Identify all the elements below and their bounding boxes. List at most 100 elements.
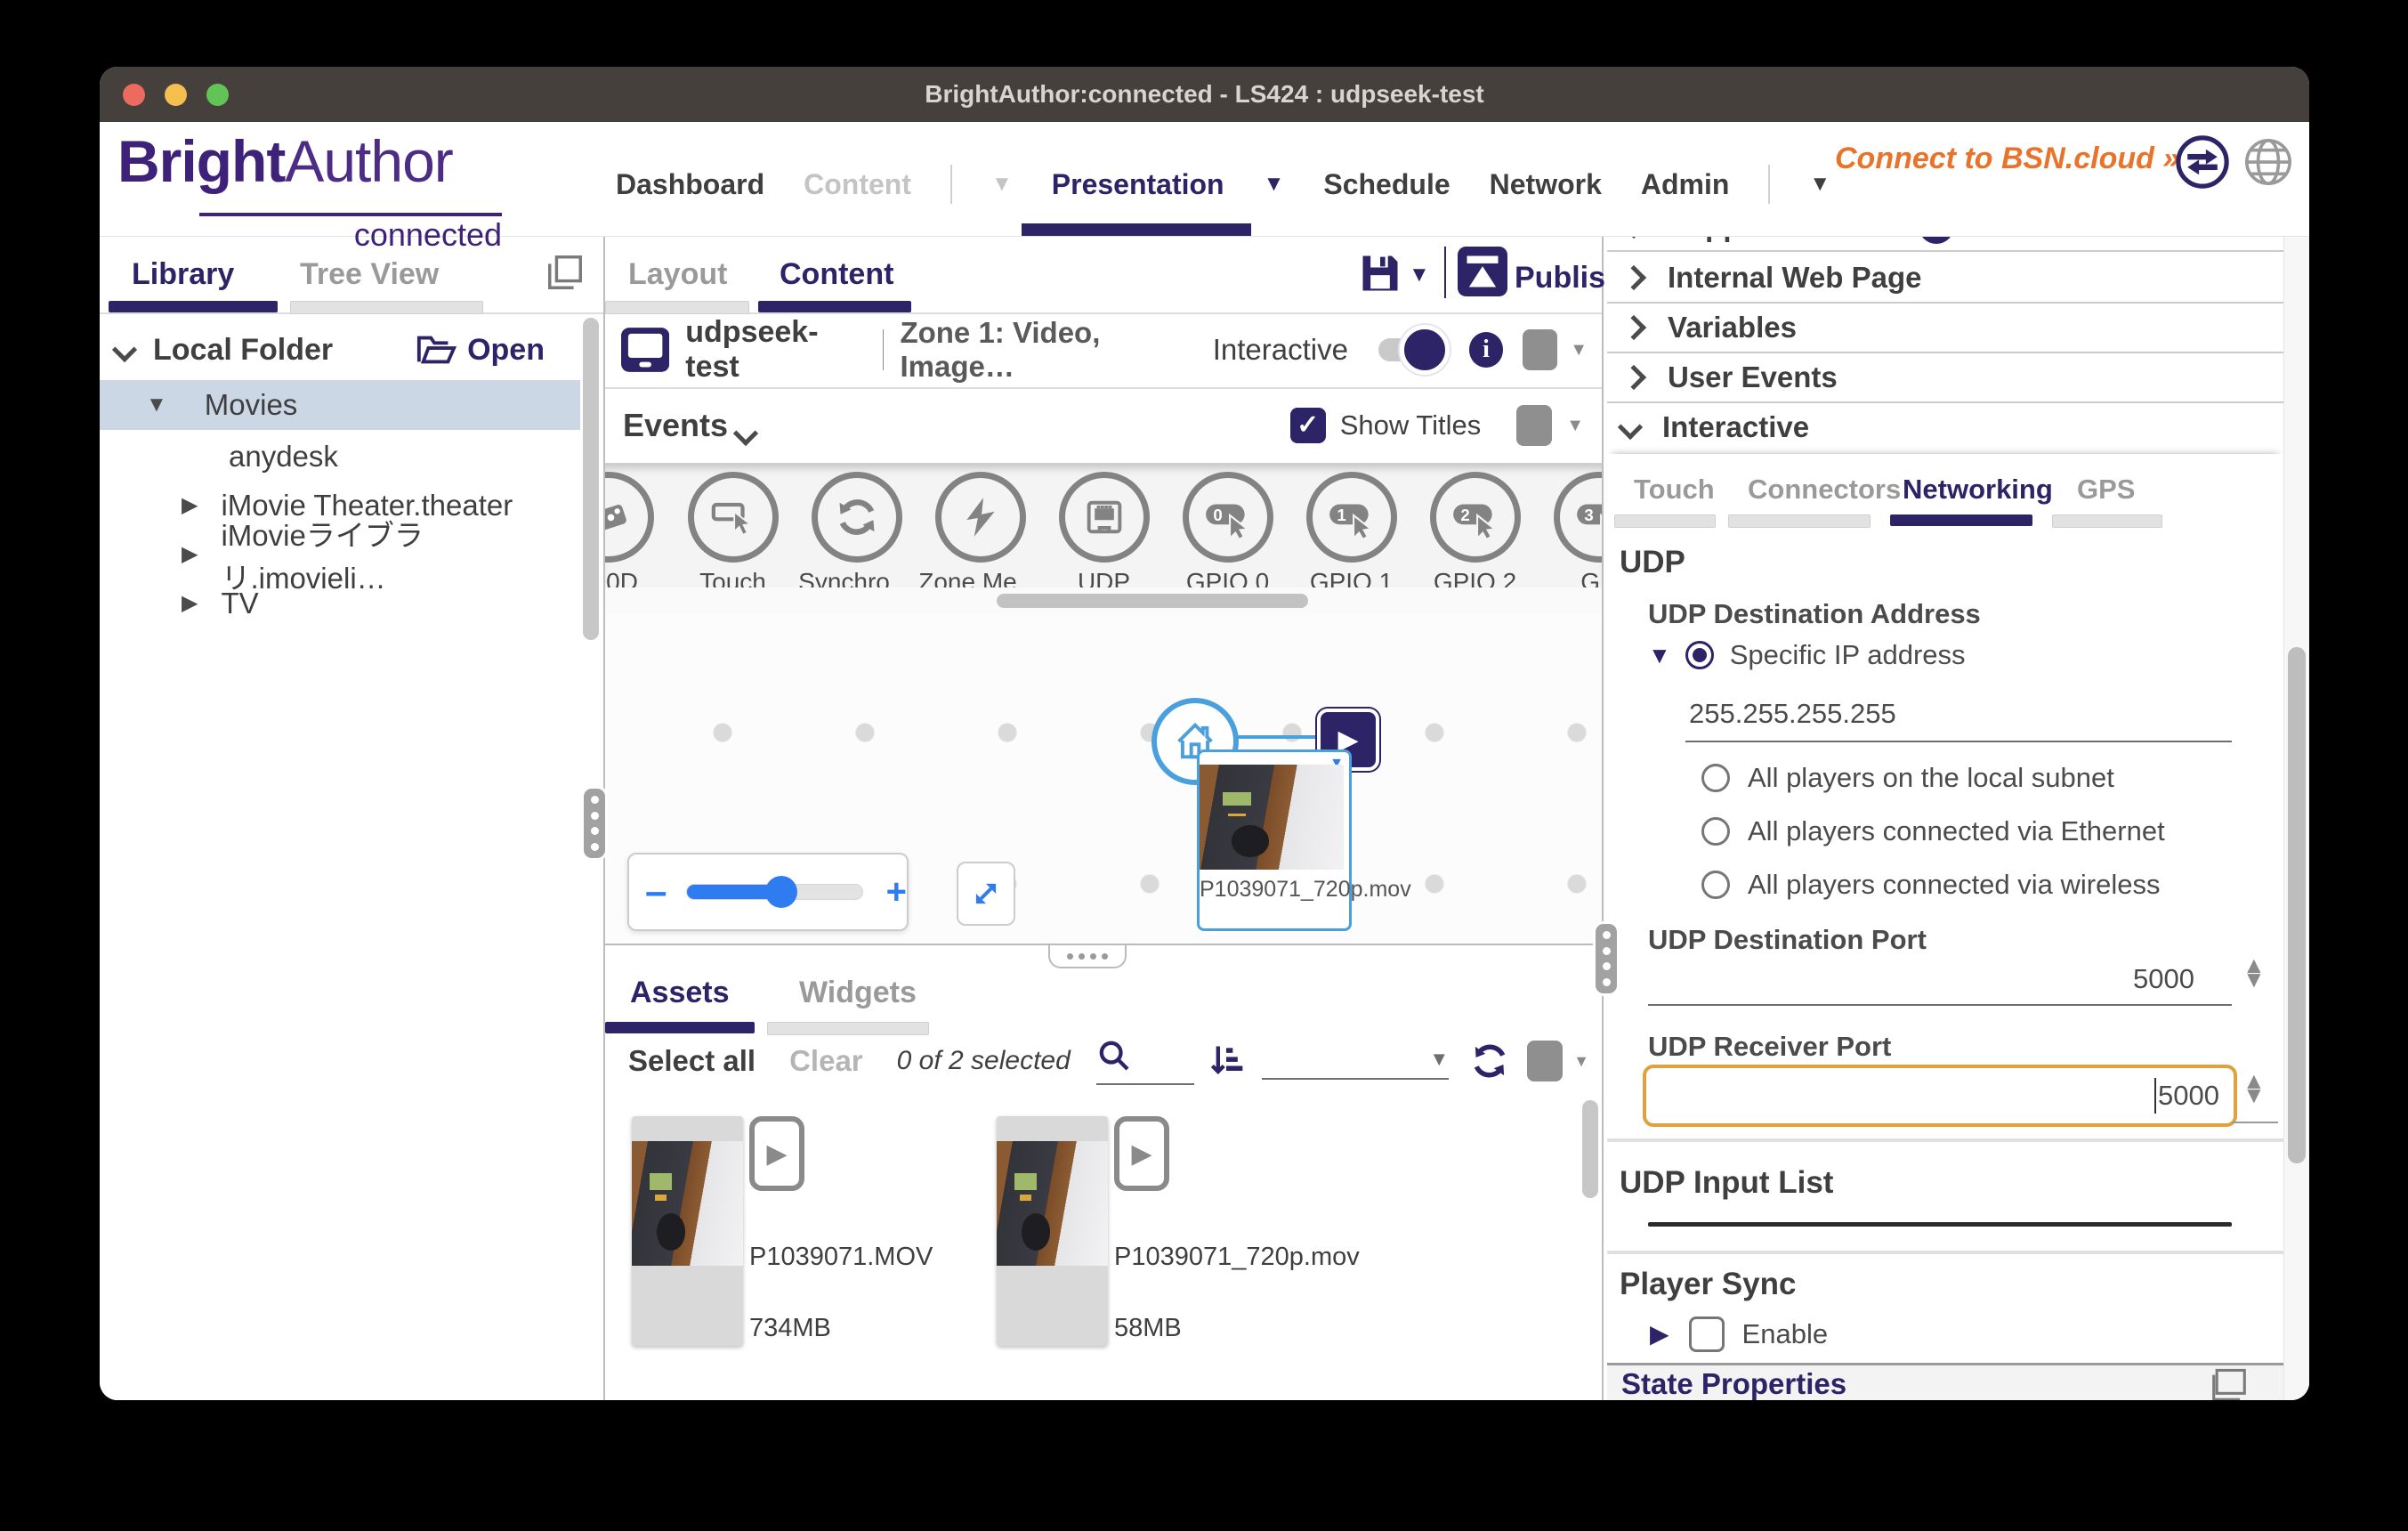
- swatch-dropdown-icon[interactable]: ▼: [1570, 341, 1588, 359]
- ethernet-option[interactable]: All players connected via Ethernet: [1701, 815, 2165, 847]
- event-icon-gpio1[interactable]: 1 GPIO 1: [1289, 472, 1413, 589]
- tab-connectors[interactable]: Connectors: [1748, 474, 1901, 506]
- clear-button[interactable]: Clear: [789, 1044, 863, 1078]
- nav-network[interactable]: Network: [1490, 168, 1602, 201]
- tab-networking[interactable]: Networking: [1903, 474, 2053, 506]
- sidebar-resize-grip[interactable]: [581, 786, 608, 861]
- zoom-slider-thumb[interactable]: [765, 876, 797, 908]
- tab-touch[interactable]: Touch: [1634, 474, 1715, 506]
- nav-presentation-dropdown-icon[interactable]: ▼: [1264, 174, 1285, 195]
- ip-address-input[interactable]: 255.255.255.255: [1689, 698, 1896, 730]
- state-properties-bar[interactable]: State Properties: [1607, 1363, 2283, 1400]
- refresh-icon[interactable]: [1470, 1041, 1509, 1081]
- tab-layout[interactable]: Layout: [628, 257, 727, 292]
- sidebar-scrollbar[interactable]: [583, 318, 599, 640]
- udp-destination-port-input[interactable]: 5000: [2105, 963, 2194, 995]
- sort-icon[interactable]: [1207, 1041, 1246, 1081]
- nav-schedule[interactable]: Schedule: [1323, 168, 1450, 201]
- asset-search-input[interactable]: [1096, 1038, 1194, 1085]
- section-internal-web-page[interactable]: Internal Web Page: [1607, 254, 2283, 304]
- player-sync-expand-icon[interactable]: ▶: [1650, 1322, 1669, 1347]
- save-dropdown-icon[interactable]: ▼: [1409, 264, 1430, 286]
- save-icon[interactable]: [1357, 250, 1403, 296]
- zoom-slider-track[interactable]: [686, 884, 862, 900]
- events-chevron-icon[interactable]: [733, 420, 758, 445]
- folder-open-icon[interactable]: [416, 332, 457, 368]
- event-icon-udp[interactable]: UDP: [1042, 472, 1166, 589]
- tab-tree-view[interactable]: Tree View: [300, 257, 439, 292]
- expand-panel-icon[interactable]: [2210, 1367, 2248, 1400]
- presentation-canvas[interactable]: ▶ ▼ P1039071_720p.mov – +: [605, 614, 1602, 944]
- nav-admin-dropdown-icon[interactable]: ▼: [1809, 174, 1830, 195]
- events-header: Events ✓ Show Titles ▼: [605, 387, 1602, 463]
- open-button[interactable]: Open: [467, 333, 545, 368]
- tab-library[interactable]: Library: [132, 257, 234, 292]
- nav-presentation[interactable]: Presentation: [1052, 168, 1224, 201]
- event-icon-bp200d[interactable]: 200D: [605, 472, 670, 589]
- events-swatch-dropdown-icon[interactable]: ▼: [1566, 417, 1584, 434]
- tree-item-imovie-library[interactable]: ▶ iMovieライブラリ.imovieli…: [100, 530, 580, 579]
- asset-tile[interactable]: ▶ P1039071.MOV 734MB: [632, 1116, 970, 1348]
- section-user-events[interactable]: User Events: [1607, 353, 2283, 403]
- info-icon[interactable]: i: [1469, 332, 1504, 368]
- publish-icon[interactable]: [1458, 247, 1507, 296]
- collapse-panel-icon[interactable]: [545, 252, 586, 293]
- tab-content[interactable]: Content: [780, 257, 893, 292]
- events-color-swatch[interactable]: [1516, 405, 1552, 446]
- tab-gps[interactable]: GPS: [2077, 474, 2135, 506]
- canvas-expand-button[interactable]: [957, 862, 1015, 926]
- color-swatch[interactable]: [1523, 329, 1557, 370]
- event-icon-touch[interactable]: Touch: [671, 472, 795, 589]
- zoom-out-button[interactable]: –: [645, 882, 667, 902]
- interactive-toggle[interactable]: [1378, 338, 1442, 361]
- connect-to-bsn-link[interactable]: Connect to BSN.cloud »: [1835, 142, 2179, 176]
- show-titles-checkbox[interactable]: ✓: [1290, 408, 1326, 443]
- event-icon-gpio2[interactable]: 2 GPIO 2: [1413, 472, 1537, 589]
- specific-ip-option[interactable]: ▼ Specific IP address: [1648, 639, 1966, 671]
- address-expand-icon[interactable]: ▼: [1648, 644, 1671, 667]
- tree-item-anydesk[interactable]: anydesk: [100, 432, 580, 482]
- destination-port-stepper[interactable]: ▲▼: [2242, 958, 2266, 986]
- transfer-icon[interactable]: [2175, 134, 2230, 190]
- event-icon-zone-message[interactable]: Zone Me…: [918, 472, 1042, 589]
- zoom-in-button[interactable]: +: [886, 872, 907, 912]
- asset-tile[interactable]: ▶ P1039071_720p.mov 58MB: [997, 1116, 1370, 1348]
- panel-scrollbar[interactable]: [2288, 647, 2306, 1163]
- globe-icon[interactable]: [2242, 136, 2294, 188]
- wireless-option[interactable]: All players connected via wireless: [1701, 869, 2161, 901]
- chevron-down-icon[interactable]: [112, 337, 137, 362]
- tab-widgets[interactable]: Widgets: [799, 976, 917, 1010]
- section-interactive[interactable]: Interactive: [1607, 403, 2283, 451]
- udp-input-list-field[interactable]: [1648, 1222, 2232, 1227]
- canvas-media-item[interactable]: ▼ P1039071_720p.mov: [1197, 749, 1352, 931]
- enable-checkbox[interactable]: [1689, 1316, 1725, 1352]
- assets-color-swatch[interactable]: [1527, 1041, 1563, 1081]
- receiver-port-stepper[interactable]: ▲▼: [2242, 1073, 2266, 1102]
- maximize-window-button[interactable]: [206, 84, 229, 106]
- udp-receiver-port-input[interactable]: 5000: [1643, 1065, 2237, 1127]
- events-horizontal-scrollbar[interactable]: [997, 594, 1308, 608]
- assets-swatch-dropdown-icon[interactable]: ▼: [1573, 1053, 1589, 1069]
- subnet-option[interactable]: All players on the local subnet: [1701, 762, 2114, 794]
- tree-item-movies[interactable]: ▼ Movies: [100, 380, 580, 430]
- event-icon-gpio0[interactable]: 0 GPIO 0: [1166, 472, 1289, 589]
- event-icon-gpio3[interactable]: 3 GP: [1537, 472, 1602, 589]
- nav-admin[interactable]: Admin: [1641, 168, 1730, 201]
- minimize-window-button[interactable]: [165, 84, 187, 106]
- close-window-button[interactable]: [123, 84, 145, 106]
- nav-dashboard[interactable]: Dashboard: [616, 168, 764, 201]
- tree-item-tv[interactable]: ▶ TV: [100, 579, 580, 628]
- section-variables[interactable]: Variables: [1607, 304, 2283, 353]
- assets-scrollbar[interactable]: [1582, 1100, 1598, 1198]
- panel-drag-handle[interactable]: [1048, 945, 1127, 968]
- event-icon-synchronize[interactable]: Synchro…: [795, 472, 918, 589]
- panel-resize-grip[interactable]: [1593, 921, 1620, 996]
- search-icon[interactable]: [1096, 1038, 1132, 1073]
- specific-ip-radio[interactable]: [1685, 641, 1714, 669]
- nav-content[interactable]: Content: [804, 168, 911, 201]
- nav-content-dropdown-icon[interactable]: ▼: [991, 174, 1013, 195]
- canvas-zoom-slider[interactable]: – +: [627, 853, 909, 931]
- tab-assets[interactable]: Assets: [630, 976, 730, 1010]
- asset-filter-dropdown[interactable]: ▼: [1262, 1042, 1449, 1080]
- select-all-button[interactable]: Select all: [628, 1044, 756, 1078]
